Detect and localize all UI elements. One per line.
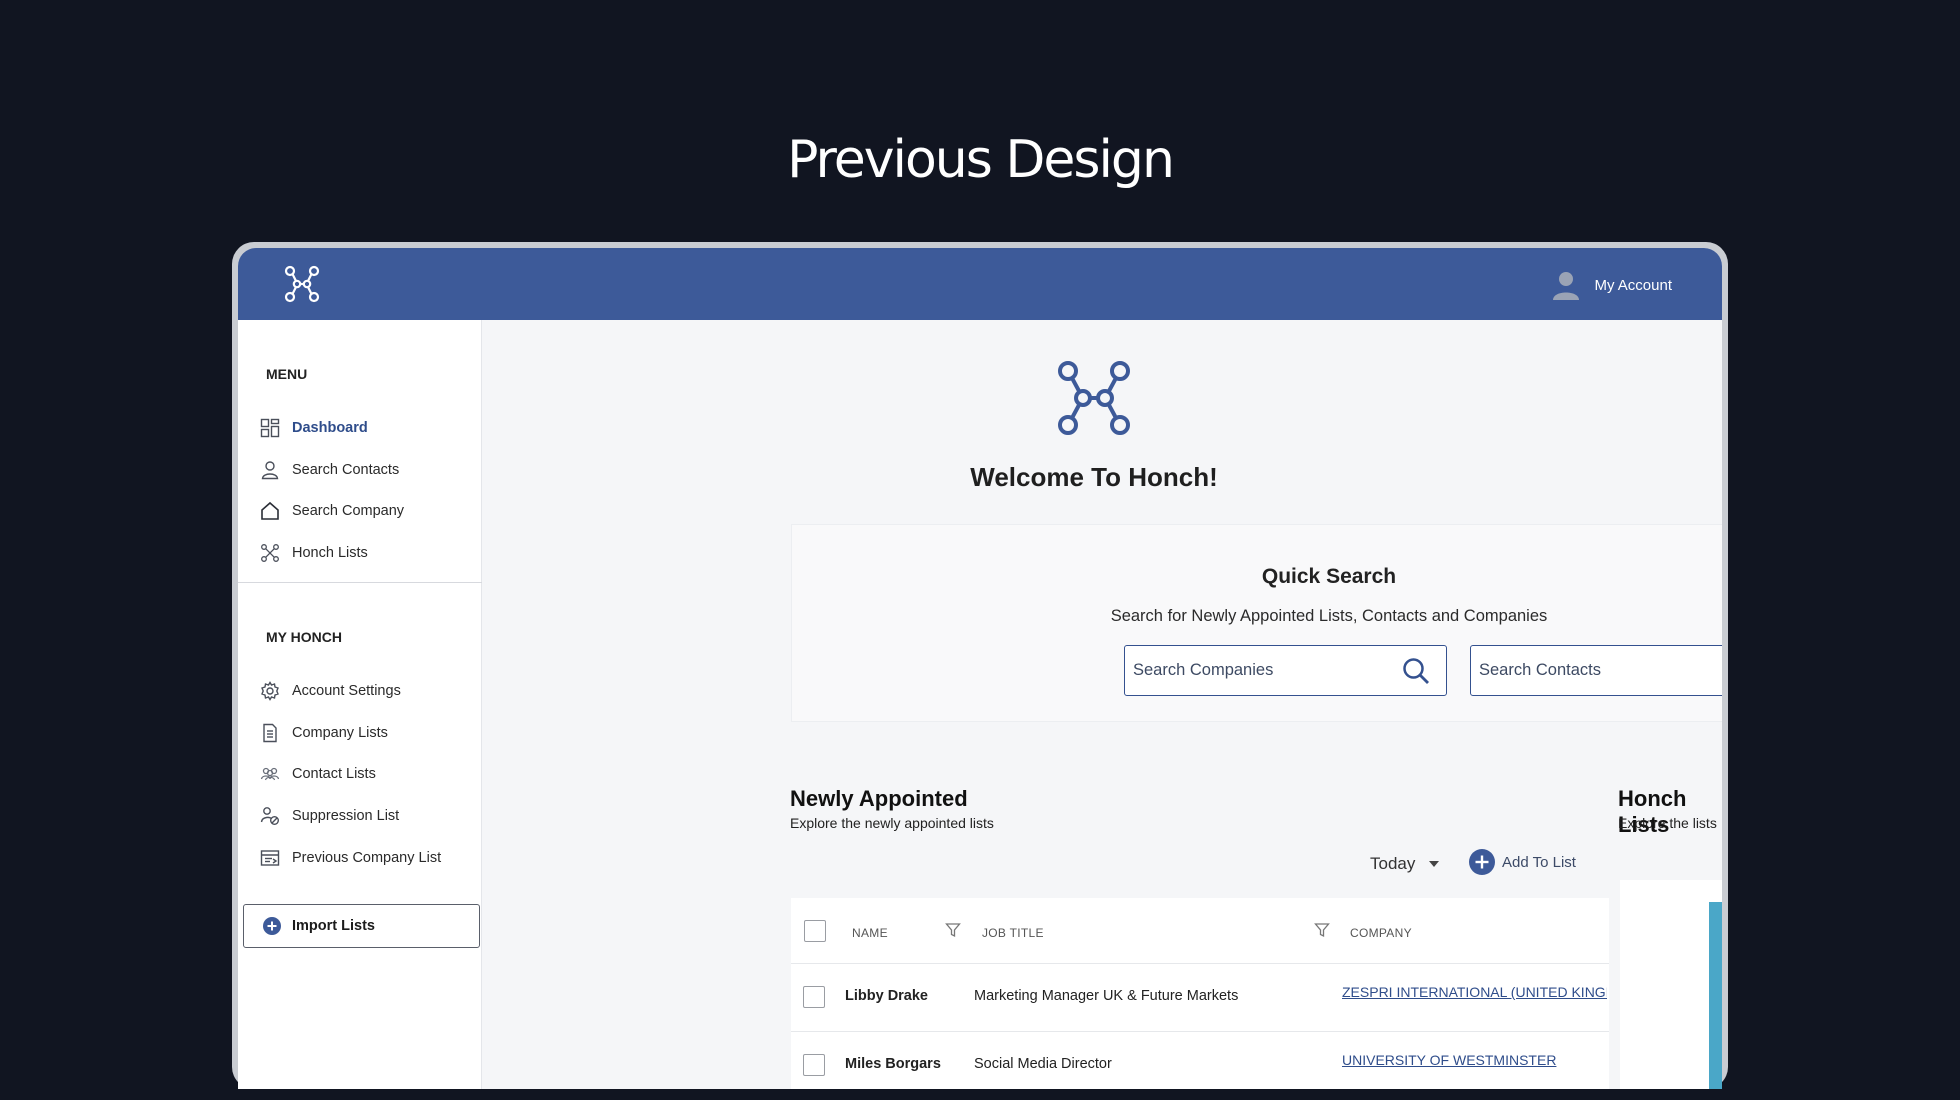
search-contacts-input[interactable]	[1479, 661, 1722, 680]
newly-appointed-title: Newly Appointed	[790, 786, 968, 811]
table-row[interactable]: Miles Borgars Social Media Director UNIV…	[791, 1032, 1609, 1089]
welcome-title: Welcome To Honch!	[970, 462, 1218, 492]
job-title: Social Media Director	[974, 1056, 1112, 1072]
app-screen: My Account MENU Dashboard Search Contact…	[238, 248, 1722, 1089]
plus-circle-icon	[1469, 849, 1495, 875]
main-menu: Dashboard Search Contacts Search Company…	[260, 407, 475, 574]
gear-icon	[261, 680, 279, 701]
quick-search-subtitle: Search for Newly Appointed Lists, Contac…	[1110, 607, 1548, 625]
table-header: NAME JOB TITLE COMPANY	[791, 898, 1609, 964]
import-lists-button[interactable]: Import Lists	[243, 904, 480, 948]
newly-appointed-subtitle: Explore the newly appointed lists	[790, 815, 994, 831]
user-avatar-icon	[1553, 272, 1580, 300]
dashboard-icon	[260, 418, 280, 438]
group-icon	[260, 768, 280, 781]
select-all-checkbox[interactable]	[804, 920, 826, 942]
add-to-list-button[interactable]: Add To List	[1468, 848, 1576, 876]
quick-search-card: Quick Search Search for Newly Appointed …	[791, 524, 1722, 722]
sidebar-item-label: Account Settings	[292, 682, 401, 699]
sidebar: MENU Dashboard Search Contacts Search Co…	[238, 320, 482, 1089]
quick-search-title: Quick Search	[1261, 565, 1397, 588]
search-companies-box	[1124, 645, 1447, 696]
honch-logo-icon[interactable]	[282, 264, 322, 304]
column-header-job-title[interactable]: JOB TITLE	[982, 926, 1044, 940]
honch-network-icon	[261, 543, 279, 562]
sidebar-item-suppression-list[interactable]: Suppression List	[260, 795, 475, 837]
filter-icon[interactable]	[945, 922, 961, 938]
sidebar-item-label: Company Lists	[292, 724, 388, 741]
home-icon	[261, 502, 279, 521]
row-checkbox[interactable]	[803, 986, 825, 1008]
my-honch-menu: Account Settings Company Lists Contact L…	[260, 670, 475, 878]
column-header-company[interactable]: COMPANY	[1350, 926, 1412, 940]
plus-circle-icon	[263, 917, 281, 935]
search-icon[interactable]	[1402, 657, 1430, 685]
add-to-list-label: Add To List	[1502, 853, 1576, 871]
honch-list-tile[interactable]	[1709, 902, 1722, 1089]
column-header-name[interactable]: NAME	[852, 926, 888, 940]
period-value: Today	[1370, 854, 1416, 873]
sidebar-item-company-lists[interactable]: Company Lists	[260, 712, 475, 754]
row-checkbox[interactable]	[803, 1054, 825, 1076]
search-companies-input[interactable]	[1133, 661, 1402, 680]
sidebar-divider	[238, 582, 482, 583]
period-dropdown[interactable]: Today	[1370, 854, 1440, 874]
sidebar-item-honch-lists[interactable]: Honch Lists	[260, 532, 475, 574]
honch-lists-subtitle: Explore the lists	[1618, 815, 1717, 831]
sidebar-item-label: Suppression List	[292, 807, 400, 824]
sidebar-item-previous-company-list[interactable]: Previous Company List	[260, 837, 475, 879]
honch-logo-icon	[1058, 361, 1130, 435]
chevron-down-icon	[1429, 861, 1440, 867]
company-link[interactable]: UNIVERSITY OF WESTMINSTER	[1342, 1052, 1607, 1068]
search-contacts-box	[1470, 645, 1722, 696]
honch-lists-panel	[1620, 880, 1722, 1089]
my-account-label: My Account	[1594, 276, 1672, 294]
sidebar-item-contact-lists[interactable]: Contact Lists	[260, 753, 475, 795]
user-icon	[261, 460, 279, 479]
sidebar-item-label: Search Contacts	[292, 461, 400, 478]
newly-appointed-table: NAME JOB TITLE COMPANY Libby Drake Marke…	[791, 898, 1609, 1089]
company-link[interactable]: ZESPRI INTERNATIONAL (UNITED KINGDOM	[1342, 984, 1607, 1000]
sidebar-item-account-settings[interactable]: Account Settings	[260, 670, 475, 712]
page-heading: Previous Design	[787, 130, 1175, 190]
my-honch-section-title: MY HONCH	[266, 629, 342, 645]
my-account-button[interactable]: My Account	[1552, 270, 1672, 300]
top-bar: My Account	[238, 248, 1722, 320]
company-list-icon	[260, 849, 280, 866]
user-block-icon	[260, 807, 279, 825]
table-row[interactable]: Libby Drake Marketing Manager UK & Futur…	[791, 964, 1609, 1032]
contact-name[interactable]: Libby Drake	[845, 988, 928, 1004]
sidebar-item-label: Honch Lists	[292, 544, 368, 561]
contact-name[interactable]: Miles Borgars	[845, 1056, 941, 1072]
sidebar-item-label: Contact Lists	[292, 766, 376, 783]
sidebar-item-search-contacts[interactable]: Search Contacts	[260, 449, 475, 491]
sidebar-item-label: Dashboard	[292, 419, 368, 436]
sidebar-item-dashboard[interactable]: Dashboard	[260, 407, 475, 449]
sidebar-item-label: Search Company	[292, 503, 405, 520]
sidebar-item-search-company[interactable]: Search Company	[260, 490, 475, 532]
import-lists-label: Import Lists	[292, 918, 375, 934]
job-title: Marketing Manager UK & Future Markets	[974, 988, 1239, 1004]
sidebar-item-label: Previous Company List	[292, 849, 442, 866]
filter-icon[interactable]	[1314, 922, 1330, 938]
main-content: Welcome To Honch! Quick Search Search fo…	[482, 320, 1722, 1089]
menu-section-title: MENU	[266, 366, 308, 382]
document-icon	[263, 723, 277, 742]
device-frame: My Account MENU Dashboard Search Contact…	[232, 242, 1728, 1089]
